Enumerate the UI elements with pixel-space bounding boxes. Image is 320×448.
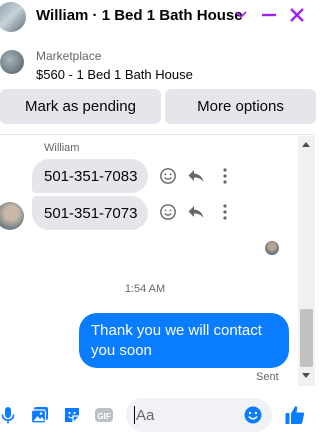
reply-icon[interactable] [187,203,205,221]
emoji-icon[interactable] [243,405,263,425]
svg-text:GIF: GIF [97,412,110,421]
mark-as-pending-button[interactable]: Mark as pending [0,89,161,124]
scroll-down-arrow-icon[interactable] [302,373,310,378]
sender-avatar[interactable] [0,202,24,230]
composer: GIF Aa [0,398,315,434]
message-bubble-incoming[interactable]: 501-351-7083 [32,159,148,193]
more-dots-icon[interactable] [216,203,234,221]
more-options-button[interactable]: More options [165,89,316,124]
react-smiley-icon[interactable] [159,203,177,221]
photo-icon[interactable] [30,405,50,425]
more-dots-icon[interactable] [216,167,234,185]
marketplace-banner[interactable]: Marketplace $560 - 1 Bed 1 Bath House [0,44,315,86]
react-smiley-icon[interactable] [159,167,177,185]
chat-title[interactable]: William · 1 Bed 1 Bath House [36,7,243,24]
listing-title: $560 - 1 Bed 1 Bath House [36,67,193,82]
minimize-icon[interactable] [260,5,278,25]
scroll-up-arrow-icon[interactable] [302,142,310,147]
message-bubble-outgoing[interactable]: Thank you we will contact you soon [79,313,289,368]
thumbs-up-icon[interactable] [284,404,306,426]
close-icon[interactable] [287,5,307,25]
message-timestamp: 1:54 AM [124,283,166,295]
seen-avatar [265,241,279,255]
listing-thumbnail [0,50,24,74]
divider [0,134,315,135]
scrollbar-thumb[interactable] [300,309,313,367]
partial-hidden-text [0,440,315,448]
chevron-down-icon[interactable] [234,6,248,22]
message-input-placeholder: Aa [136,407,155,424]
message-bubble-incoming[interactable]: 501-351-7073 [32,196,148,230]
avatar[interactable] [0,2,26,32]
sender-name: William [44,142,80,154]
microphone-icon[interactable] [0,405,18,425]
marketplace-label: Marketplace [36,49,102,63]
gif-icon[interactable]: GIF [94,405,114,425]
scrollbar[interactable] [298,136,315,386]
message-status: Sent [256,371,279,383]
text-caret [134,406,135,424]
chat-header: William · 1 Bed 1 Bath House [0,0,315,32]
message-input[interactable]: Aa [126,398,272,432]
reply-icon[interactable] [187,167,205,185]
sticker-icon[interactable] [62,405,82,425]
